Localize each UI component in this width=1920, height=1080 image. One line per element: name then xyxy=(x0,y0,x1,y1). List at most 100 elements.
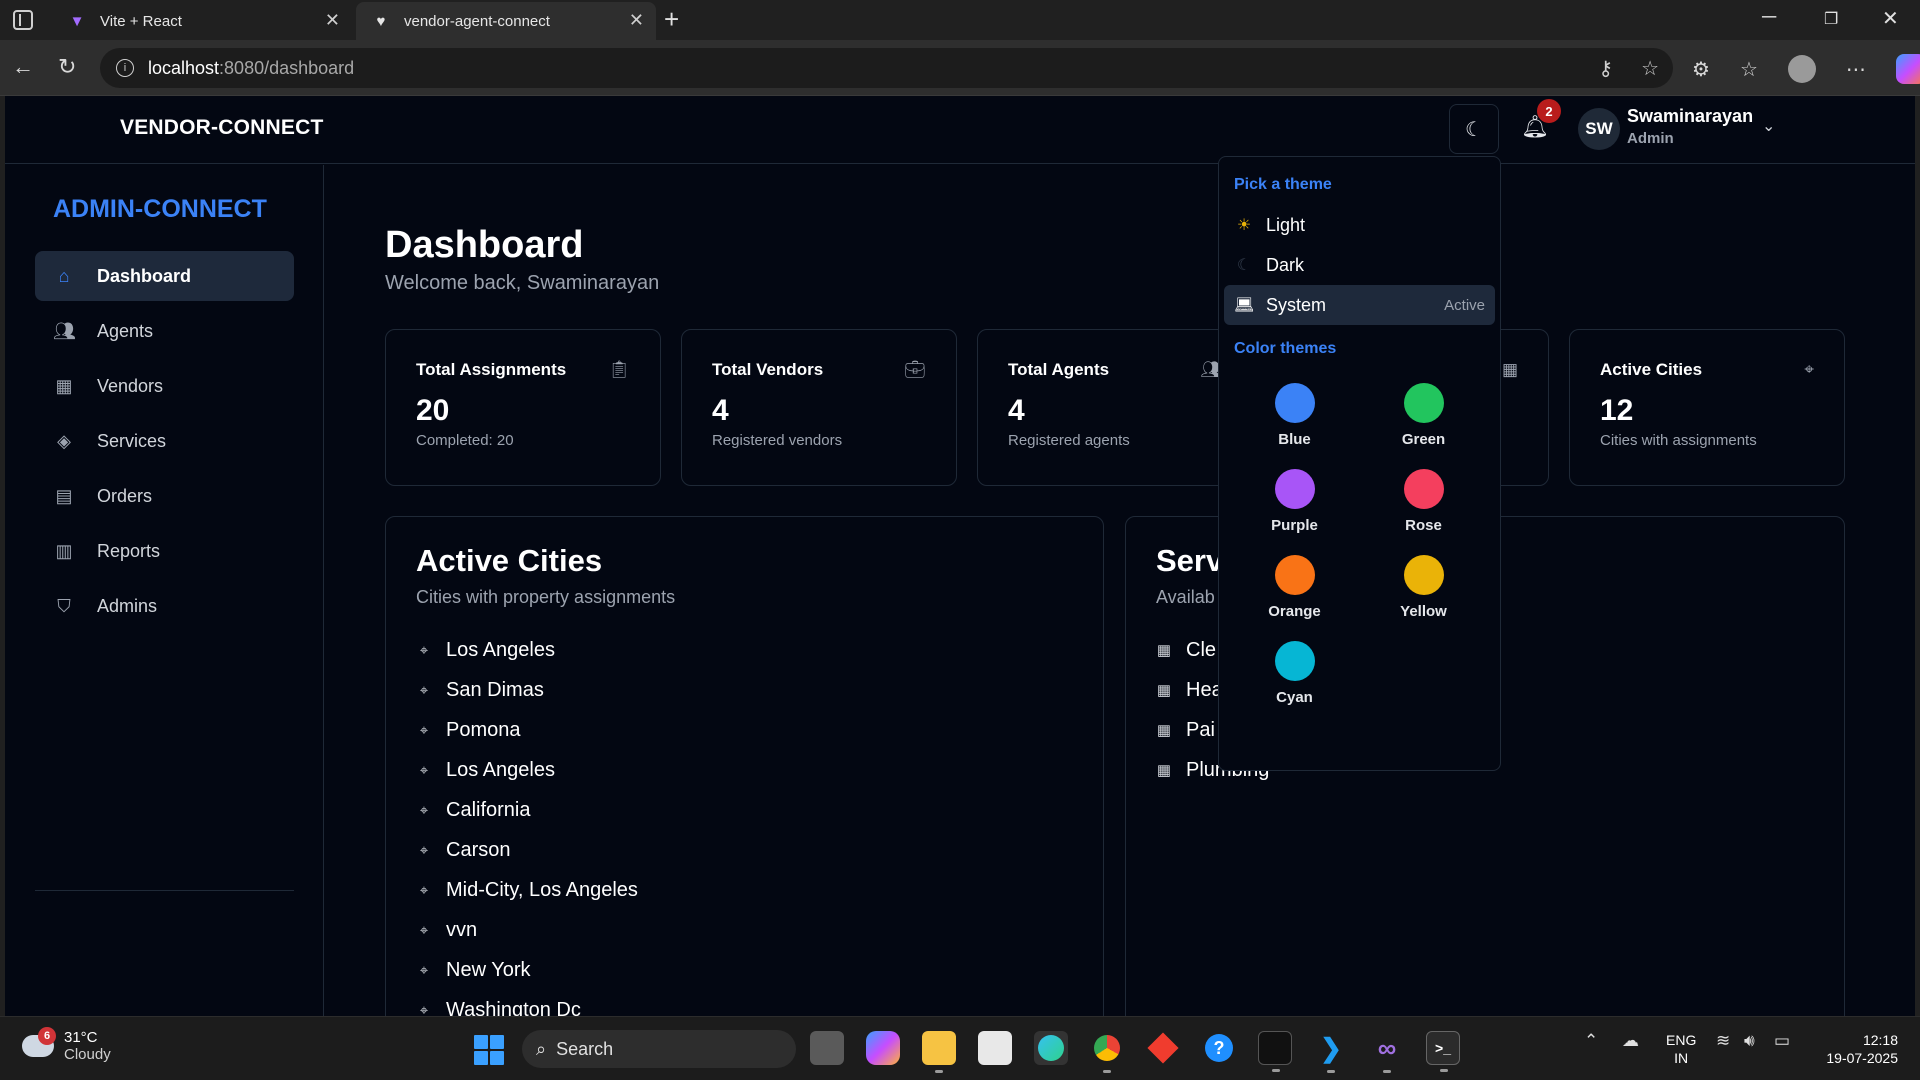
vscode-icon[interactable]: ❯ xyxy=(1314,1031,1348,1073)
more-icon[interactable]: ⋯ xyxy=(1846,57,1866,82)
list-item: ⌖ San Dimas xyxy=(416,670,1073,710)
browser-tab-vite[interactable]: ▼ Vite + React ✕ xyxy=(52,2,352,40)
header-brand[interactable]: VENDOR-CONNECT xyxy=(120,116,323,140)
extensions-icon[interactable]: ⚙ xyxy=(1692,57,1710,82)
building-icon: ▦ xyxy=(1156,682,1172,699)
panel-subtitle: Cities with property assignments xyxy=(416,587,676,607)
color-swatch-green[interactable]: Green xyxy=(1359,383,1488,448)
stat-card-cities: Active Cities ⌖ 12 Cities with assignmen… xyxy=(1569,329,1845,486)
url-input[interactable]: i localhost:8080/dashboard ⚷ ☆ xyxy=(100,48,1673,88)
windows-start-icon[interactable] xyxy=(474,1035,504,1065)
time: 12:18 xyxy=(1862,1032,1898,1048)
unity-icon[interactable] xyxy=(1258,1031,1292,1072)
city-name: Los Angeles xyxy=(446,758,555,781)
theme-option-light[interactable]: ☀ Light xyxy=(1224,205,1495,245)
map-pin-icon: ⌖ xyxy=(419,1001,429,1017)
city-name: vvn xyxy=(446,918,478,941)
key-icon[interactable]: ⚷ xyxy=(1598,56,1613,81)
color-swatch-orange[interactable]: Orange xyxy=(1230,555,1359,620)
clock[interactable]: 12:18 19-07-2025 xyxy=(1818,1031,1898,1067)
sidebar-item-label: Agents xyxy=(97,320,154,341)
visual-studio-icon[interactable]: ∞ xyxy=(1370,1031,1404,1073)
avatar[interactable]: SW xyxy=(1578,108,1620,150)
sidebar-item-label: Admins xyxy=(97,595,158,616)
stat-label: Active Cities xyxy=(1600,360,1703,379)
color-swatch-purple[interactable]: Purple xyxy=(1230,469,1359,534)
minimize-icon[interactable]: ─ xyxy=(1762,6,1776,29)
date: 19-07-2025 xyxy=(1826,1050,1898,1066)
stat-note: Cities with assignments xyxy=(1600,432,1757,449)
taskbar: 6 31°C Cloudy ⌕ Search ? ❯ ∞ >_ ⌃ ☁ ENG … xyxy=(0,1016,1920,1080)
sidebar-item-services[interactable]: ◈ Services xyxy=(35,416,294,466)
sidebar-item-orders[interactable]: ▤ Orders xyxy=(35,471,294,521)
color-swatch-rose[interactable]: Rose xyxy=(1359,469,1488,534)
task-view-icon[interactable] xyxy=(810,1031,844,1065)
file-explorer-icon[interactable] xyxy=(922,1031,956,1073)
theme-option-system[interactable]: 💻︎ System Active xyxy=(1224,285,1495,325)
color-name: Orange xyxy=(1268,603,1321,620)
store-icon[interactable] xyxy=(978,1031,1012,1065)
profile-icon[interactable] xyxy=(1787,55,1816,83)
back-arrow-icon[interactable]: ← xyxy=(12,54,34,80)
favorites-icon[interactable]: ☆ xyxy=(1740,57,1758,82)
user-name[interactable]: Swaminarayan xyxy=(1627,106,1753,127)
sidebar-item-dashboard[interactable]: ⌂ Dashboard xyxy=(35,251,294,301)
volume-icon[interactable]: 🔊︎ xyxy=(1744,1031,1755,1051)
sidebar-item-vendors[interactable]: ▦ Vendors xyxy=(35,361,294,411)
sidebar-toggle-icon[interactable] xyxy=(13,10,33,30)
theme-option-dark[interactable]: ☾ Dark xyxy=(1224,245,1495,285)
color-name: Green xyxy=(1401,431,1446,448)
panel-title: Active Cities xyxy=(416,543,603,578)
weather-widget[interactable]: 6 31°C Cloudy xyxy=(22,1027,111,1063)
star-icon[interactable]: ☆ xyxy=(1641,56,1659,81)
map-pin-icon: ⌖ xyxy=(419,841,429,859)
color-swatch-cyan[interactable]: Cyan xyxy=(1230,641,1359,706)
city-name: Los Angeles xyxy=(446,638,555,661)
taskbar-apps: ? ❯ ∞ >_ xyxy=(810,1031,1460,1073)
browser-tab-vendor[interactable]: ♥ vendor-agent-connect ✕ xyxy=(356,2,656,40)
cloud-icon: 6 xyxy=(22,1027,56,1057)
stat-note: Registered agents xyxy=(1008,432,1130,449)
terminal-icon[interactable]: >_ xyxy=(1426,1031,1460,1072)
git-icon[interactable] xyxy=(1146,1031,1180,1065)
battery-icon[interactable]: ▭ xyxy=(1774,1031,1790,1051)
close-window-icon[interactable]: ✕ xyxy=(1882,6,1899,31)
help-icon[interactable]: ? xyxy=(1202,1031,1236,1065)
weather-temp: 31°C xyxy=(64,1029,98,1046)
stat-note: Completed: 20 xyxy=(416,432,514,449)
restore-icon[interactable]: ❐ xyxy=(1824,9,1838,29)
color-name: Blue xyxy=(1278,431,1311,448)
chevron-down-icon[interactable]: ⌄ xyxy=(1762,116,1775,136)
theme-toggle-button[interactable]: ☾ xyxy=(1449,104,1499,154)
sidebar-item-reports[interactable]: ▥ Reports xyxy=(35,526,294,576)
building-icon: ▦ xyxy=(1156,762,1172,779)
language-indicator[interactable]: ENG IN xyxy=(1666,1031,1696,1067)
chevron-up-icon[interactable]: ⌃ xyxy=(1584,1031,1598,1051)
theme-dropdown: Pick a theme ☀ Light ☾ Dark 💻︎ System Ac… xyxy=(1218,156,1501,771)
color-swatch-blue[interactable]: Blue xyxy=(1230,383,1359,448)
onedrive-icon[interactable]: ☁ xyxy=(1622,1031,1639,1051)
sidebar-item-admins[interactable]: ⛉ Admins xyxy=(35,581,294,631)
active-tag: Active xyxy=(1444,296,1485,314)
new-tab-button[interactable]: + xyxy=(664,4,679,35)
color-name: Yellow xyxy=(1400,603,1447,620)
sidebar-item-label: Services xyxy=(97,430,167,451)
copilot-icon[interactable] xyxy=(866,1031,900,1065)
theme-option-label: System xyxy=(1266,294,1327,315)
color-swatch-yellow[interactable]: Yellow xyxy=(1359,555,1488,620)
close-tab-icon[interactable]: ✕ xyxy=(629,10,644,31)
city-name: Pomona xyxy=(446,718,521,741)
close-tab-icon[interactable]: ✕ xyxy=(325,10,340,31)
color-dot xyxy=(1274,469,1315,509)
copilot-icon[interactable] xyxy=(1895,54,1920,84)
stat-label: Total Assignments xyxy=(416,360,567,379)
theme-option-label: Light xyxy=(1266,214,1306,235)
info-icon[interactable]: i xyxy=(116,59,134,77)
edge-icon[interactable] xyxy=(1034,1031,1068,1065)
chrome-icon[interactable] xyxy=(1090,1031,1124,1073)
wifi-icon[interactable]: ≋ xyxy=(1716,1031,1730,1051)
taskbar-search[interactable]: ⌕ Search xyxy=(522,1030,796,1068)
color-dot xyxy=(1274,555,1315,595)
refresh-icon[interactable]: ↻ xyxy=(58,54,76,80)
sidebar-item-agents[interactable]: 👥︎ Agents xyxy=(35,306,294,356)
